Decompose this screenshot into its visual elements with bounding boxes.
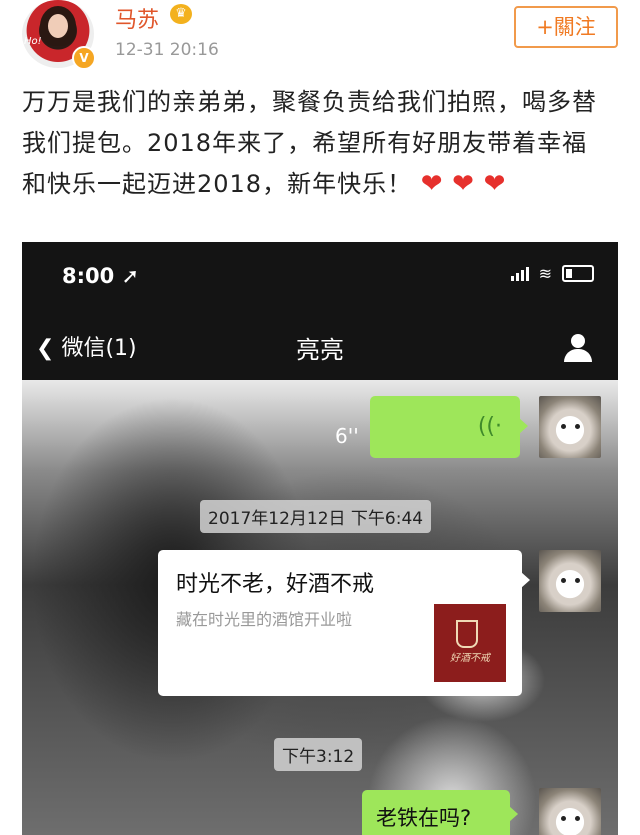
chat-timestamp: 下午3:12 — [274, 738, 363, 771]
link-card[interactable]: 时光不老，好酒不戒 藏在时光里的酒馆开业啦 好酒不戒 — [158, 550, 530, 696]
voice-wave-icon: ((· — [477, 414, 502, 439]
voice-message-bubble[interactable]: ((· — [370, 396, 528, 458]
post-text: 万万是我们的亲弟弟，聚餐负责给我们拍照，喝多替我们提包。2018年来了，希望所有… — [22, 82, 612, 205]
status-icons: ≋ — [510, 264, 594, 283]
wifi-icon: ≋ — [538, 264, 552, 283]
username[interactable]: 马苏 — [115, 2, 159, 34]
post-timestamp: 12-31 20:16 — [115, 40, 219, 60]
status-bar: 8:00 ➚ ≋ — [22, 242, 618, 310]
text-message-bubble[interactable]: 老铁在吗? — [362, 790, 518, 835]
card-thumb-text: 好酒不戒 — [450, 653, 490, 664]
sender-avatar[interactable] — [539, 550, 601, 612]
heart-emoji-icon: ❤ — [483, 169, 507, 199]
sender-avatar[interactable] — [539, 788, 601, 835]
card-title: 时光不老，好酒不戒 — [176, 572, 375, 597]
voice-duration: 6'' — [335, 424, 359, 448]
status-time: 8:00 ➚ — [62, 264, 140, 288]
chat-navbar: ❮ 微信(1) 亮亮 — [22, 310, 618, 381]
heart-emoji-icon: ❤ — [420, 169, 444, 199]
wine-glass-icon — [456, 620, 478, 648]
post-body: 万万是我们的亲弟弟，聚餐负责给我们拍照，喝多替我们提包。2018年来了，希望所有… — [22, 88, 597, 198]
avatar-text: Ho! — [24, 36, 42, 47]
battery-icon — [562, 265, 594, 282]
heart-emoji-icon: ❤ — [452, 169, 475, 199]
card-description: 藏在时光里的酒馆开业啦 — [176, 610, 353, 629]
post-image-chat-screenshot[interactable]: 8:00 ➚ ≋ ❮ 微信(1) 亮亮 6'' ((· 2017年12月12日 … — [22, 242, 618, 835]
signal-icon — [510, 266, 529, 281]
card-thumbnail: 好酒不戒 — [434, 604, 506, 682]
verified-badge-icon: V — [72, 46, 96, 70]
chat-timestamp: 2017年12月12日 下午6:44 — [200, 500, 432, 533]
crown-icon: ♛ — [170, 4, 192, 24]
avatar-face — [48, 14, 68, 38]
location-arrow-icon: ➚ — [121, 264, 140, 288]
message-text: 老铁在吗? — [376, 806, 472, 830]
person-icon[interactable] — [564, 334, 592, 362]
follow-button[interactable]: +關注 — [514, 6, 618, 48]
chat-title: 亮亮 — [296, 336, 344, 364]
sender-avatar[interactable] — [539, 396, 601, 458]
